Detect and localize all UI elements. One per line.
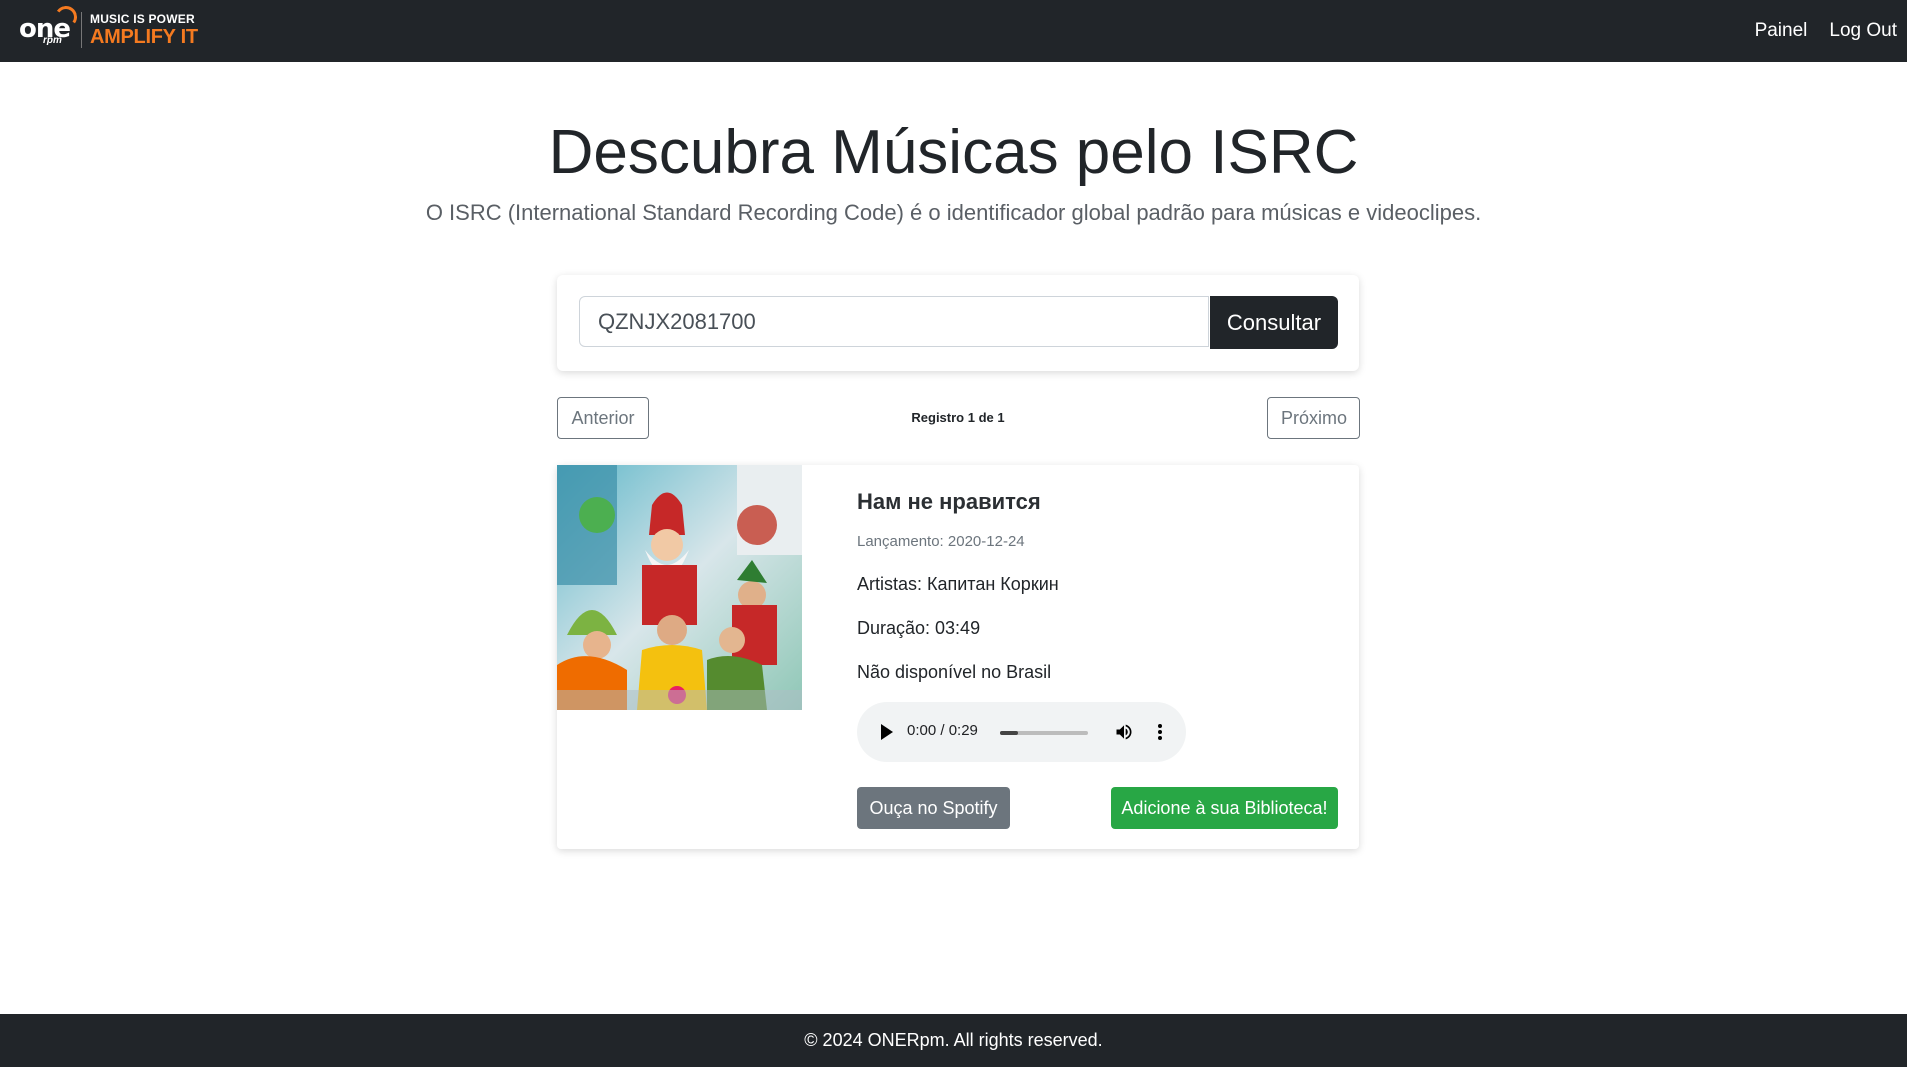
availability: Não disponível no Brasil xyxy=(857,662,1052,682)
volume-icon[interactable] xyxy=(1114,722,1134,742)
footer-copyright: © 2024 ONERpm. All rights reserved. xyxy=(804,1030,1103,1050)
top-navbar: one rpm MUSIC IS POWER AMPLIFY IT Painel… xyxy=(0,0,1907,62)
logo-mark: one rpm xyxy=(19,4,79,50)
logo-divider xyxy=(81,12,82,48)
add-to-library-button[interactable]: Adicione à sua Biblioteca! xyxy=(1111,787,1338,829)
more-options-icon[interactable] xyxy=(1157,722,1163,742)
tagline-bottom: AMPLIFY IT xyxy=(90,26,198,48)
track-title: Нам не нравится xyxy=(857,489,1041,514)
search-card: Consultar xyxy=(557,275,1359,371)
nav-link-painel[interactable]: Painel xyxy=(1755,20,1808,42)
release-date: Lançamento: 2020-12-24 xyxy=(857,533,1025,550)
nav-links: Painel Log Out xyxy=(1733,0,1897,62)
record-counter: Registro 1 de 1 xyxy=(911,410,1005,425)
duration: Duração: 03:49 xyxy=(857,618,981,638)
player-progress-fill xyxy=(1000,731,1018,735)
logo-sub: rpm xyxy=(43,35,62,46)
album-cover-image xyxy=(557,465,802,710)
tagline-top: MUSIC IS POWER xyxy=(90,12,195,26)
footer: © 2024 ONERpm. All rights reserved. xyxy=(0,1014,1907,1067)
logo-tagline: MUSIC IS POWER AMPLIFY IT xyxy=(90,13,198,47)
player-time: 0:00 / 0:29 xyxy=(907,722,978,739)
page-subtitle: O ISRC (International Standard Recording… xyxy=(425,200,1482,225)
play-icon[interactable] xyxy=(881,724,893,740)
artists: Artistas: Капитан Коркин xyxy=(857,574,1059,594)
next-button[interactable]: Próximo xyxy=(1267,397,1360,439)
result-card: Нам не нравится Lançamento: 2020-12-24 A… xyxy=(557,465,1359,849)
onerpm-logo[interactable]: one rpm MUSIC IS POWER AMPLIFY IT xyxy=(19,4,198,50)
consultar-button[interactable]: Consultar xyxy=(1210,296,1338,349)
page-title: Descubra Músicas pelo ISRC xyxy=(548,118,1359,187)
album-cover-art xyxy=(557,465,802,710)
nav-link-logout[interactable]: Log Out xyxy=(1829,20,1897,42)
audio-player: 0:00 / 0:29 xyxy=(857,702,1186,762)
spotify-button[interactable]: Ouça no Spotify xyxy=(857,787,1010,829)
isrc-search-input[interactable] xyxy=(579,296,1209,347)
player-progress-track[interactable] xyxy=(1000,731,1088,735)
